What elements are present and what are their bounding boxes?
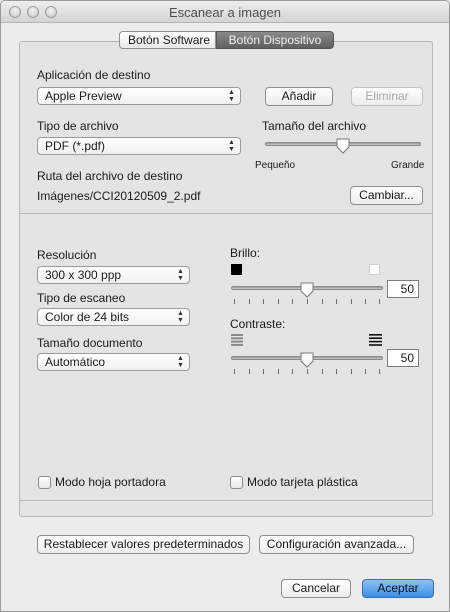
contrast-label: Contraste: xyxy=(230,317,286,331)
file-size-min-label: Pequeño xyxy=(255,160,296,171)
carrier-sheet-label: Modo hoja portadora xyxy=(55,475,166,489)
file-type-select[interactable]: PDF (*.pdf) ▲ ▼ xyxy=(37,137,241,155)
destination-app-label: Aplicación de destino xyxy=(37,68,151,82)
file-type-label: Tipo de archivo xyxy=(37,119,119,133)
brightness-ticks xyxy=(234,299,380,304)
add-button[interactable]: Añadir xyxy=(265,87,333,106)
file-size-label: Tamaño del archivo xyxy=(262,119,367,133)
destination-app-select[interactable]: Apple Preview ▲ ▼ xyxy=(37,87,241,105)
scan-type-value: Color de 24 bits xyxy=(45,310,130,324)
contrast-value-field[interactable]: 50 xyxy=(387,349,419,367)
resolution-label: Resolución xyxy=(37,248,97,262)
destination-path-label: Ruta del archivo de destino xyxy=(37,169,183,183)
tab-software-button[interactable]: Botón Software xyxy=(119,31,216,49)
brightness-value-field[interactable]: 50 xyxy=(387,280,419,298)
advanced-settings-button[interactable]: Configuración avanzada... xyxy=(259,535,414,554)
file-size-max-label: Grande xyxy=(391,160,425,171)
plastic-card-checkbox[interactable] xyxy=(230,476,243,489)
tab-device-button[interactable]: Botón Dispositivo xyxy=(216,31,334,49)
contrast-low-icon xyxy=(231,334,243,346)
mode-tabs: Botón Software Botón Dispositivo xyxy=(119,31,334,49)
popup-arrows-icon: ▲ ▼ xyxy=(177,310,184,324)
popup-arrows-icon: ▲ ▼ xyxy=(177,355,184,369)
brightness-slider-thumb[interactable] xyxy=(300,282,314,298)
file-type-value: PDF (*.pdf) xyxy=(45,139,106,153)
scan-to-image-window: Escanear a imagen Botón Software Botón D… xyxy=(0,0,450,612)
section-divider xyxy=(20,213,432,214)
scan-type-select[interactable]: Color de 24 bits ▲ ▼ xyxy=(37,308,190,326)
remove-button[interactable]: Eliminar xyxy=(351,87,423,106)
document-size-select[interactable]: Automático ▲ ▼ xyxy=(37,353,190,371)
cancel-button[interactable]: Cancelar xyxy=(281,579,351,598)
brightness-label: Brillo: xyxy=(230,246,261,260)
document-size-label: Tamaño documento xyxy=(37,336,143,350)
contrast-slider-thumb[interactable] xyxy=(300,352,314,368)
carrier-sheet-checkbox[interactable] xyxy=(38,476,51,489)
document-size-value: Automático xyxy=(45,355,106,369)
accept-button[interactable]: Aceptar xyxy=(362,579,434,598)
popup-arrows-icon: ▲ ▼ xyxy=(228,139,235,153)
scan-type-label: Tipo de escaneo xyxy=(37,291,126,305)
popup-arrows-icon: ▲ ▼ xyxy=(228,89,235,103)
destination-path-value: Imágenes/CCI20120509_2.pdf xyxy=(37,189,201,203)
footer-divider xyxy=(20,500,432,501)
restore-defaults-button[interactable]: Restablecer valores predeterminados xyxy=(37,535,250,554)
resolution-select[interactable]: 300 x 300 ppp ▲ ▼ xyxy=(37,266,190,284)
window-title: Escanear a imagen xyxy=(168,5,281,20)
plastic-card-label: Modo tarjeta plástica xyxy=(247,475,358,489)
resolution-value: 300 x 300 ppp xyxy=(45,268,122,282)
file-size-slider-thumb[interactable] xyxy=(336,138,350,154)
contrast-high-icon xyxy=(369,334,382,346)
change-path-button[interactable]: Cambiar... xyxy=(350,186,423,205)
contrast-ticks xyxy=(234,369,380,374)
title-bar: Escanear a imagen xyxy=(1,1,449,23)
destination-app-value: Apple Preview xyxy=(45,89,122,103)
white-square-icon xyxy=(369,264,380,275)
black-square-icon xyxy=(231,264,242,275)
popup-arrows-icon: ▲ ▼ xyxy=(177,268,184,282)
